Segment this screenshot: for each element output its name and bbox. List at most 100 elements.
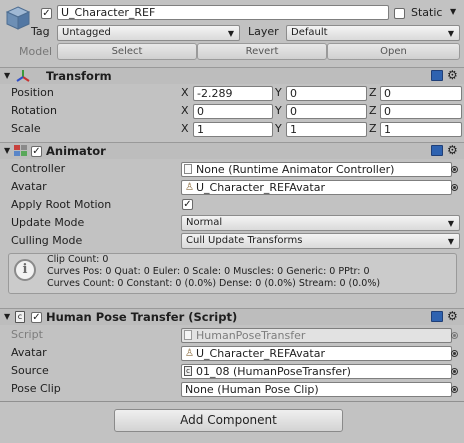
update-mode-label: Update Mode [11, 216, 85, 229]
layer-dropdown[interactable]: Default ▼ [286, 25, 460, 41]
avatar-value: U_Character_REFAvatar [196, 181, 325, 194]
source-label: Source [11, 364, 49, 377]
update-mode-dropdown[interactable]: Normal ▼ [181, 215, 460, 231]
update-mode-value: Normal [186, 217, 223, 228]
position-z-label[interactable]: Z [369, 86, 377, 99]
chevron-down-icon: ▼ [447, 237, 454, 246]
hpt-body: Script HumanPoseTransfer Avatar ♙ U_Char… [0, 326, 464, 398]
controller-value: None (Runtime Animator Controller) [196, 163, 395, 176]
position-z-field[interactable]: 0 [380, 86, 462, 101]
info-line-curves-pos: Curves Pos: 0 Quat: 0 Euler: 0 Scale: 0 … [47, 266, 370, 277]
hpt-header[interactable]: ▼ c ✓ Human Pose Transfer (Script) ⚙ [0, 308, 464, 325]
script-label: Script [11, 328, 43, 341]
collapse-triangle-icon[interactable]: ▼ [4, 71, 10, 80]
hpt-avatar-value: U_Character_REFAvatar [196, 347, 325, 360]
gameobject-cube-icon [5, 6, 31, 30]
animator-icon [14, 145, 27, 156]
help-book-icon[interactable] [431, 311, 443, 322]
script-field: HumanPoseTransfer [181, 328, 452, 343]
active-checkbox[interactable]: ✓ [41, 8, 52, 19]
info-line-clip-count: Clip Count: 0 [47, 254, 109, 265]
tag-value: Untagged [62, 27, 111, 38]
transform-axes-icon [16, 70, 30, 82]
object-picker-icon [451, 332, 458, 339]
help-book-icon[interactable] [431, 70, 443, 81]
transform-title: Transform [46, 69, 112, 83]
animator-enabled-checkbox[interactable]: ✓ [31, 146, 42, 157]
collapse-triangle-icon[interactable]: ▼ [4, 312, 10, 321]
avatar-figure-icon: ♙ [185, 348, 194, 359]
object-picker-icon[interactable] [451, 166, 458, 173]
transform-header[interactable]: ▼ Transform ⚙ [0, 67, 464, 84]
position-y-field[interactable]: 0 [286, 86, 367, 101]
rotation-z-field[interactable]: 0 [380, 104, 462, 119]
avatar-field[interactable]: ♙ U_Character_REFAvatar [181, 180, 452, 195]
rotation-y-label[interactable]: Y [275, 104, 282, 117]
scale-label: Scale [11, 122, 41, 135]
avatar-figure-icon: ♙ [185, 182, 194, 193]
object-name-field[interactable]: U_Character_REF [57, 5, 389, 20]
rotation-x-field[interactable]: 0 [193, 104, 273, 119]
source-field[interactable]: c 01_08 (HumanPoseTransfer) [181, 364, 452, 379]
chevron-down-icon: ▼ [447, 219, 454, 228]
help-book-icon[interactable] [431, 145, 443, 156]
position-label: Position [11, 86, 54, 99]
hpt-enabled-checkbox[interactable]: ✓ [31, 312, 42, 323]
tag-dropdown[interactable]: Untagged ▼ [57, 25, 240, 41]
model-label: Model [19, 45, 53, 58]
script-file-icon [184, 330, 192, 340]
controller-label: Controller [11, 162, 66, 175]
culling-mode-dropdown[interactable]: Cull Update Transforms ▼ [181, 233, 460, 249]
animator-info-box: i Clip Count: 0 Curves Pos: 0 Quat: 0 Eu… [8, 253, 457, 294]
hpt-title: Human Pose Transfer (Script) [46, 310, 238, 324]
add-component-button[interactable]: Add Component [114, 409, 343, 432]
layer-label: Layer [248, 25, 279, 38]
rotation-y-field[interactable]: 0 [286, 104, 367, 119]
script-file-icon: c [15, 311, 25, 323]
rotation-x-label[interactable]: X [181, 104, 189, 117]
position-x-label[interactable]: X [181, 86, 189, 99]
scale-y-label[interactable]: Y [275, 122, 282, 135]
apply-root-motion-checkbox[interactable]: ✓ [182, 199, 193, 210]
static-label: Static [411, 6, 443, 19]
object-header: ✓ U_Character_REF Static ▼ Tag Untagged ▼… [0, 0, 464, 62]
object-picker-icon[interactable] [451, 368, 458, 375]
object-picker-icon[interactable] [451, 350, 458, 357]
scale-z-label[interactable]: Z [369, 122, 377, 135]
controller-field[interactable]: None (Runtime Animator Controller) [181, 162, 452, 177]
file-icon [184, 164, 192, 174]
scale-z-field[interactable]: 1 [380, 122, 462, 137]
gear-icon[interactable]: ⚙ [447, 68, 458, 82]
scale-x-field[interactable]: 1 [193, 122, 273, 137]
script-file-icon: c [184, 366, 192, 376]
transform-rows: Position X -2.289 Y 0 Z 0 Rotation X 0 Y… [0, 85, 464, 137]
static-dropdown-arrow[interactable]: ▼ [450, 7, 456, 16]
avatar-label: Avatar [11, 180, 47, 193]
pose-clip-label: Pose Clip [11, 382, 61, 395]
rotation-z-label[interactable]: Z [369, 104, 377, 117]
hpt-avatar-label: Avatar [11, 346, 47, 359]
scale-y-field[interactable]: 1 [286, 122, 367, 137]
gear-icon[interactable]: ⚙ [447, 143, 458, 157]
gear-icon[interactable]: ⚙ [447, 309, 458, 323]
animator-header[interactable]: ▼ ✓ Animator ⚙ [0, 142, 464, 159]
model-open-button[interactable]: Open [327, 43, 460, 60]
object-picker-icon[interactable] [451, 184, 458, 191]
position-y-label[interactable]: Y [275, 86, 282, 99]
model-revert-button[interactable]: Revert [197, 43, 327, 60]
object-picker-icon[interactable] [451, 386, 458, 393]
layer-value: Default [291, 27, 328, 38]
source-value: 01_08 (HumanPoseTransfer) [196, 365, 351, 378]
info-line-curves-count: Curves Count: 0 Constant: 0 (0.0%) Dense… [47, 278, 381, 289]
chevron-down-icon: ▼ [447, 29, 454, 38]
collapse-triangle-icon[interactable]: ▼ [4, 146, 10, 155]
scale-x-label[interactable]: X [181, 122, 189, 135]
apply-root-motion-label: Apply Root Motion [11, 198, 112, 211]
pose-clip-field[interactable]: None (Human Pose Clip) [181, 382, 452, 397]
chevron-down-icon: ▼ [227, 29, 234, 38]
static-checkbox[interactable] [394, 8, 405, 19]
hpt-avatar-field[interactable]: ♙ U_Character_REFAvatar [181, 346, 452, 361]
model-select-button[interactable]: Select [57, 43, 197, 60]
divider [0, 401, 464, 402]
position-x-field[interactable]: -2.289 [193, 86, 273, 101]
